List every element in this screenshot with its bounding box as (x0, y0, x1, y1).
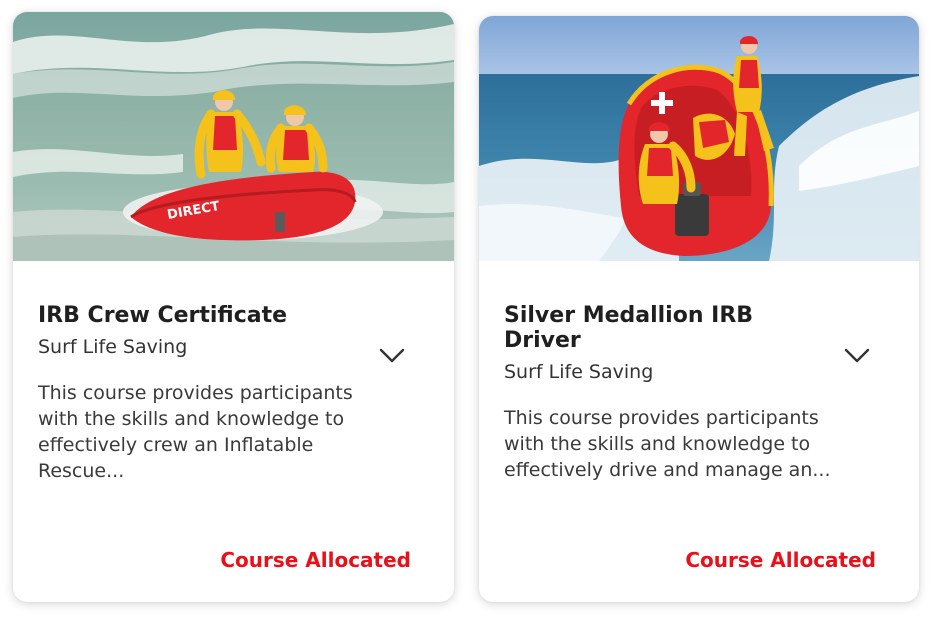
course-status: Course Allocated (685, 548, 876, 572)
chevron-down-icon[interactable] (843, 347, 871, 365)
course-title: Silver Medallion IRB Driver (504, 303, 754, 353)
course-description: This course provides participants with t… (38, 382, 353, 482)
course-description: This course provides participants with t… (504, 407, 831, 481)
course-status: Course Allocated (220, 548, 411, 572)
chevron-down-icon[interactable] (378, 347, 406, 365)
course-card-body: Silver Medallion IRB Driver Surf Life Sa… (479, 303, 919, 483)
irb-crew-photo: DIRECT (13, 12, 454, 261)
course-card[interactable]: Silver Medallion IRB Driver Surf Life Sa… (479, 16, 919, 602)
course-card[interactable]: DIRECT IRB Crew Certificate Surf Life Sa… (13, 12, 454, 602)
course-provider: Surf Life Saving (504, 361, 654, 383)
course-image: DIRECT (13, 12, 454, 261)
course-provider: Surf Life Saving (38, 336, 188, 358)
course-image (479, 16, 919, 261)
irb-driver-photo (479, 16, 919, 261)
course-card-body: IRB Crew Certificate Surf Life Saving Th… (13, 303, 454, 484)
course-card-grid: DIRECT IRB Crew Certificate Surf Life Sa… (0, 0, 939, 621)
course-title: IRB Crew Certificate (38, 303, 288, 328)
